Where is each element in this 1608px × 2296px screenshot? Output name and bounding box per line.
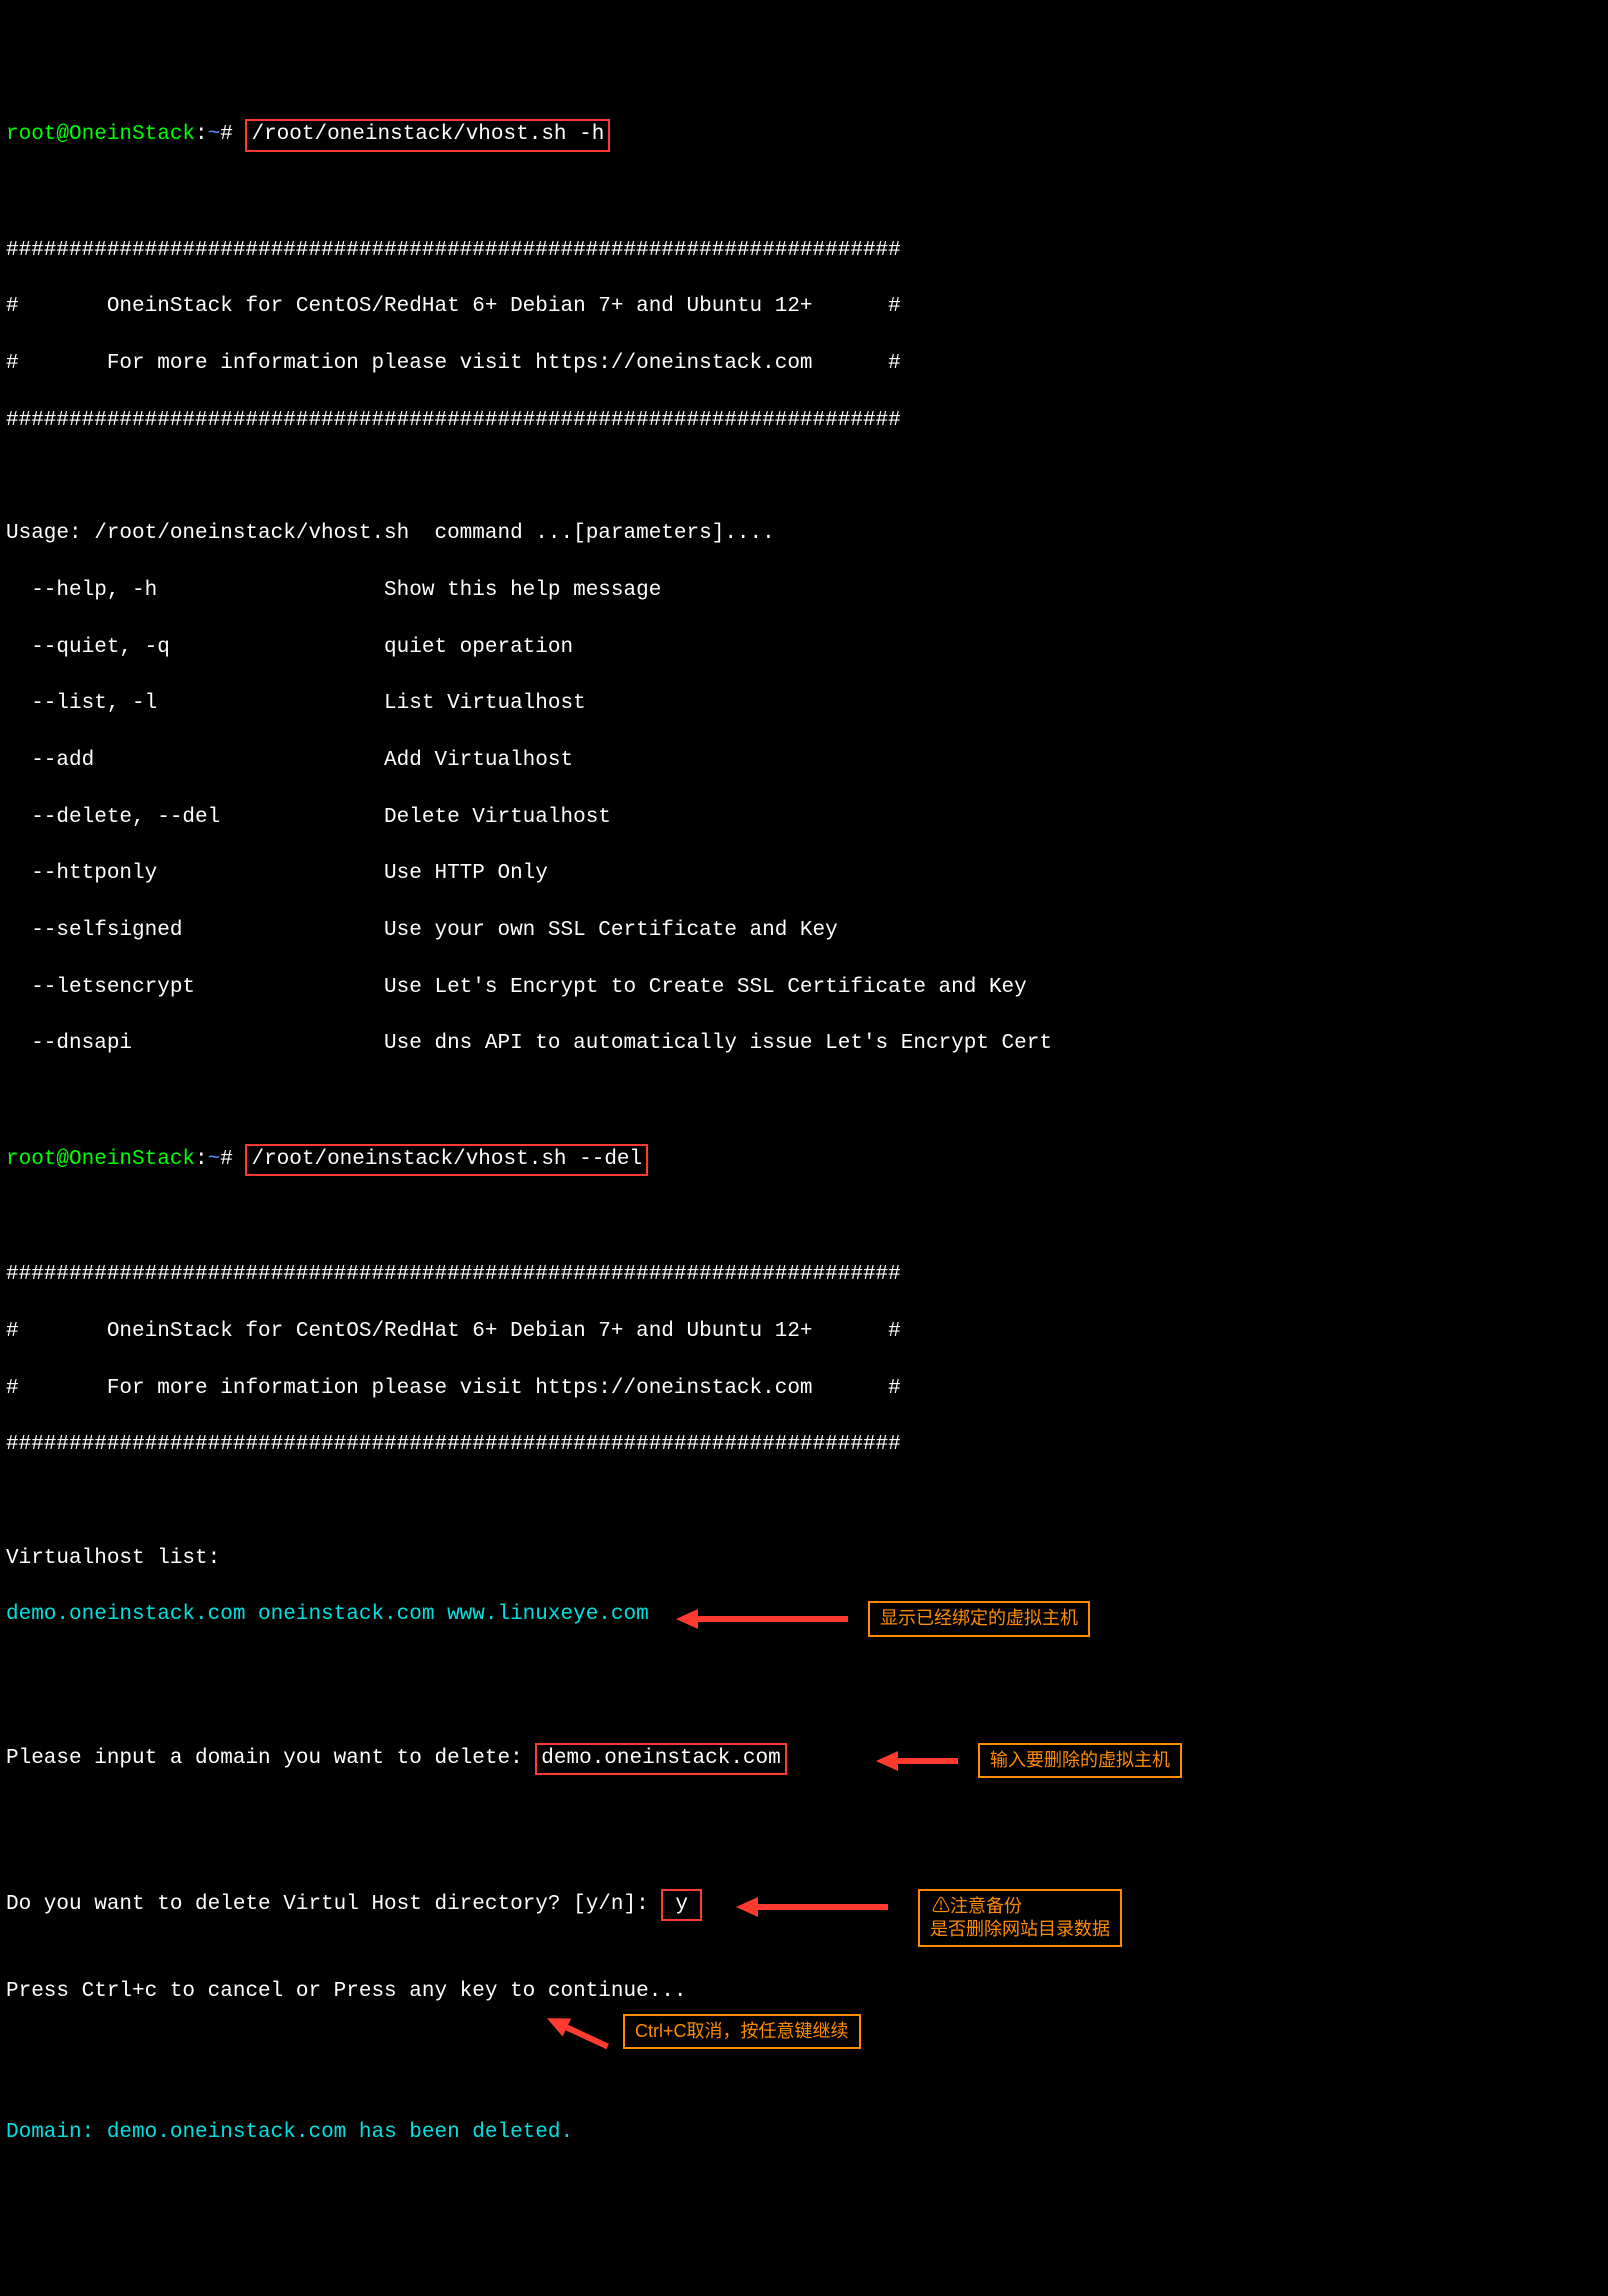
- arrow-shaft: [698, 1616, 848, 1622]
- arrow-icon: [543, 2010, 571, 2037]
- annotation-3-line1: ⚠注意备份: [932, 1896, 1022, 1916]
- prompt-sep: :: [195, 123, 208, 146]
- prompt-line-2: root@OneinStack:~# /root/oneinstack/vhos…: [6, 1144, 1602, 1176]
- usage-row: --help, -h Show this help message: [6, 577, 1602, 605]
- usage-row: --letsencrypt Use Let's Encrypt to Creat…: [6, 974, 1602, 1002]
- command-2[interactable]: /root/oneinstack/vhost.sh --del: [251, 1148, 642, 1171]
- usage-row: --selfsigned Use your own SSL Certificat…: [6, 917, 1602, 945]
- prompt-user: root@OneinStack: [6, 1148, 195, 1171]
- annotation-4: Ctrl+C取消，按任意键继续: [546, 1992, 861, 2049]
- usage-row: --add Add Virtualhost: [6, 747, 1602, 775]
- result-prefix: Domain:: [6, 2121, 107, 2144]
- arrow-icon: [736, 1897, 758, 1917]
- annotation-1: 显示已经绑定的虚拟主机: [676, 1601, 1090, 1636]
- blank-line: [6, 1832, 1602, 1860]
- arrow-shaft: [898, 1758, 958, 1764]
- usage-row: --httponly Use HTTP Only: [6, 860, 1602, 888]
- delete-prompt-line: Please input a domain you want to delete…: [6, 1743, 1602, 1804]
- banner-line-3: # OneinStack for CentOS/RedHat 6+ Debian…: [6, 1318, 1602, 1346]
- prompt-hash: #: [220, 123, 233, 146]
- prompt-path: ~: [208, 123, 221, 146]
- confirm-answer-input[interactable]: y: [675, 1893, 688, 1916]
- banner-hashline-4: ########################################…: [6, 1431, 1602, 1459]
- blank-line: [6, 2063, 1602, 2091]
- annotation-box-4: Ctrl+C取消，按任意键继续: [623, 2014, 861, 2049]
- prompt-hash: #: [220, 1148, 233, 1171]
- annotation-box-1: 显示已经绑定的虚拟主机: [868, 1601, 1090, 1636]
- cancel-hint-line: Press Ctrl+c to cancel or Press any key …: [6, 1978, 1602, 2035]
- arrow-shaft: [758, 1904, 888, 1910]
- usage-row: --delete, --del Delete Virtualhost: [6, 804, 1602, 832]
- prompt-path: ~: [208, 1148, 221, 1171]
- confirm-answer-box: y: [661, 1889, 702, 1921]
- confirm-prompt-text: Do you want to delete Virtul Host direct…: [6, 1893, 661, 1916]
- prompt-sep: :: [195, 1148, 208, 1171]
- annotation-3-line2: 是否删除网站目录数据: [930, 1919, 1110, 1939]
- arrow-icon: [876, 1751, 898, 1771]
- confirm-prompt-line: Do you want to delete Virtul Host direct…: [6, 1889, 1602, 1950]
- usage-row: --quiet, -q quiet operation: [6, 634, 1602, 662]
- banner-hashline-3: ########################################…: [6, 1261, 1602, 1289]
- command-1-box: /root/oneinstack/vhost.sh -h: [245, 119, 610, 151]
- arrow-shaft: [565, 2025, 608, 2049]
- usage-row: --dnsapi Use dns API to automatically is…: [6, 1030, 1602, 1058]
- delete-domain-box: demo.oneinstack.com: [535, 1743, 786, 1775]
- annotation-box-3: ⚠注意备份 是否删除网站目录数据: [918, 1889, 1122, 1948]
- vhost-list-label: Virtualhost list:: [6, 1545, 1602, 1573]
- prompt-user: root@OneinStack: [6, 123, 195, 146]
- banner-hashline-1: ########################################…: [6, 237, 1602, 265]
- banner-line-4: # For more information please visit http…: [6, 1375, 1602, 1403]
- annotation-2: 输入要删除的虚拟主机: [876, 1743, 1182, 1778]
- delete-prompt-text: Please input a domain you want to delete…: [6, 1747, 535, 1770]
- result-suffix: has been deleted.: [346, 2121, 573, 2144]
- annotation-3: ⚠注意备份 是否删除网站目录数据: [736, 1889, 1122, 1948]
- banner-line-2: # For more information please visit http…: [6, 350, 1602, 378]
- command-1[interactable]: /root/oneinstack/vhost.sh -h: [251, 123, 604, 146]
- usage-row: --list, -l List Virtualhost: [6, 690, 1602, 718]
- blank-line: [6, 464, 1602, 492]
- banner-hashline-2: ########################################…: [6, 407, 1602, 435]
- vhost-list-line: demo.oneinstack.com oneinstack.com www.l…: [6, 1601, 1602, 1658]
- blank-line: [6, 180, 1602, 208]
- command-2-box: /root/oneinstack/vhost.sh --del: [245, 1144, 648, 1176]
- blank-line: [6, 1087, 1602, 1115]
- blank-line: [6, 1204, 1602, 1232]
- usage-header: Usage: /root/oneinstack/vhost.sh command…: [6, 520, 1602, 548]
- blank-line: [6, 1488, 1602, 1516]
- banner-line-1: # OneinStack for CentOS/RedHat 6+ Debian…: [6, 293, 1602, 321]
- vhost-hosts: demo.oneinstack.com oneinstack.com www.l…: [6, 1603, 649, 1626]
- result-line: Domain: demo.oneinstack.com has been del…: [6, 2119, 1602, 2147]
- delete-domain-input[interactable]: demo.oneinstack.com: [541, 1747, 780, 1770]
- annotation-box-2: 输入要删除的虚拟主机: [978, 1743, 1182, 1778]
- prompt-line-1: root@OneinStack:~# /root/oneinstack/vhos…: [6, 119, 1602, 151]
- blank-line: [6, 1686, 1602, 1714]
- result-domain: demo.oneinstack.com: [107, 2121, 346, 2144]
- arrow-icon: [676, 1609, 698, 1629]
